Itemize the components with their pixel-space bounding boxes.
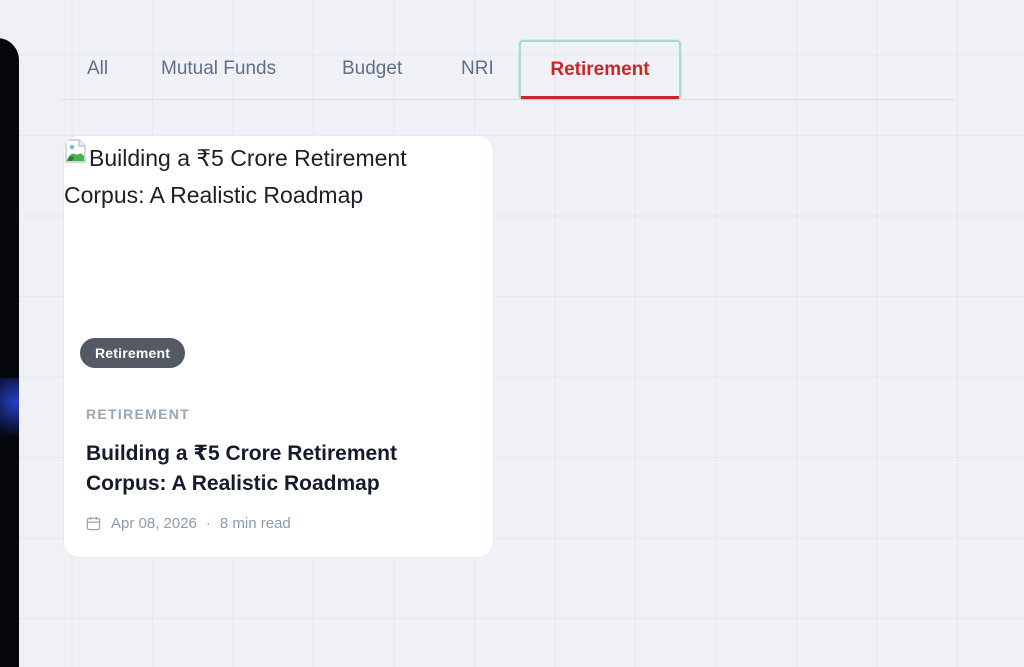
category-tabs: All Mutual Funds Budget NRI Retirement xyxy=(62,40,954,100)
article-meta: Apr 08, 2026 · 8 min read xyxy=(86,513,291,533)
tab-retirement-label: Retirement xyxy=(550,59,650,80)
article-image[interactable]: Building a ₹5 Crore Retirement Corpus: A… xyxy=(64,136,493,388)
category-badge: Retirement xyxy=(80,338,186,368)
tab-all[interactable]: All xyxy=(87,40,108,98)
tab-mutual-funds[interactable]: Mutual Funds xyxy=(161,40,276,98)
calendar-icon xyxy=(86,516,101,530)
side-panel-edge xyxy=(0,38,19,667)
tab-budget[interactable]: Budget xyxy=(342,40,402,98)
active-tab-indicator xyxy=(521,96,679,99)
meta-separator: · xyxy=(205,514,211,532)
article-category: RETIREMENT xyxy=(86,406,190,422)
article-card[interactable]: Building a ₹5 Crore Retirement Corpus: A… xyxy=(63,135,494,558)
article-date: Apr 08, 2026 xyxy=(111,514,197,532)
tab-retirement[interactable]: Retirement xyxy=(519,40,681,100)
tab-nri[interactable]: NRI xyxy=(461,40,494,98)
article-title[interactable]: Building a ₹5 Crore Retirement Corpus: A… xyxy=(86,439,476,499)
image-alt-text: Building a ₹5 Crore Retirement Corpus: A… xyxy=(64,145,407,208)
side-panel-glow xyxy=(0,378,19,438)
article-read-time: 8 min read xyxy=(219,514,291,532)
